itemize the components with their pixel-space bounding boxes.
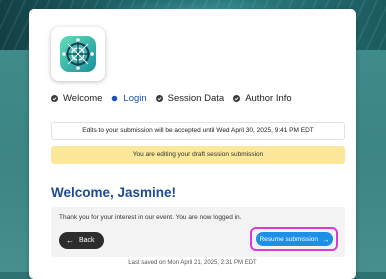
last-saved-text: Last saved on Mon April 21, 2025, 2:31 P… bbox=[128, 260, 257, 266]
deadline-notice: Edits to your submission will be accepte… bbox=[51, 122, 345, 140]
resume-submission-button[interactable]: Resume submission → bbox=[256, 232, 333, 246]
check-circle-icon bbox=[155, 95, 163, 102]
login-message: Thank you for your interest in our event… bbox=[59, 214, 242, 221]
back-button-label: Back bbox=[79, 237, 95, 244]
draft-banner: You are editing your draft session submi… bbox=[51, 146, 345, 164]
arrow-right-icon: → bbox=[322, 234, 330, 244]
arrow-left-icon: ← bbox=[66, 236, 74, 245]
welcome-heading: Welcome, Jasmine! bbox=[51, 185, 177, 200]
progress-steps: Welcome Login Session Data Author Info bbox=[51, 93, 301, 104]
step-label: Author Info bbox=[245, 93, 292, 104]
login-panel: Thank you for your interest in our event… bbox=[51, 207, 345, 257]
back-button[interactable]: ← Back bbox=[59, 232, 104, 249]
event-logo-icon bbox=[51, 27, 105, 81]
dot-icon bbox=[111, 95, 118, 102]
step-label: Session Data bbox=[167, 93, 225, 104]
step-label: Welcome bbox=[63, 93, 103, 104]
check-circle-icon bbox=[233, 95, 241, 102]
step-author-info[interactable]: Author Info bbox=[233, 93, 292, 104]
resume-button-label: Resume submission bbox=[259, 235, 319, 243]
step-login[interactable]: Login bbox=[111, 93, 147, 104]
step-session-data[interactable]: Session Data bbox=[155, 93, 225, 104]
submission-card: Welcome Login Session Data Author Info E… bbox=[29, 9, 356, 279]
check-circle-icon bbox=[51, 95, 58, 102]
step-welcome[interactable]: Welcome bbox=[51, 93, 102, 104]
step-label: Login bbox=[123, 93, 147, 104]
